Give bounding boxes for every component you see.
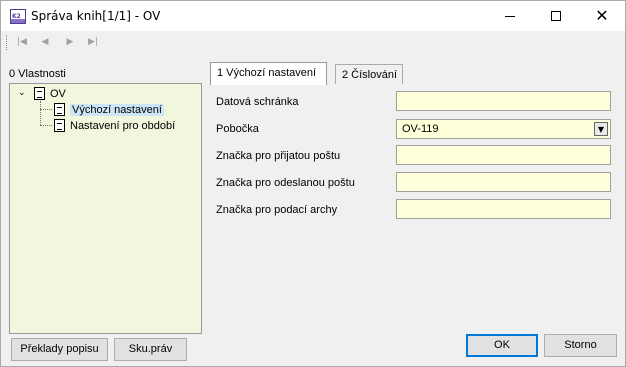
chevron-down-icon[interactable]: ▼	[594, 122, 608, 136]
tree-item-period-settings[interactable]: Nastavení pro období	[54, 118, 175, 133]
tree-item-label: Výchozí nastavení	[70, 103, 164, 116]
properties-tree[interactable]: ⌄ OV Výchozí nastavení Nastavení pro obd…	[9, 83, 202, 334]
dialog-window: K2 Správa knih[1/1] - OV ✕ |◀ ◀ ▶ ▶| 0 V…	[0, 0, 626, 367]
next-record-icon[interactable]: ▶	[63, 36, 77, 48]
data-box-label: Datová schránka	[216, 96, 299, 108]
maximize-icon	[551, 11, 561, 21]
first-record-icon[interactable]: |◀	[15, 36, 29, 48]
chevron-down-icon[interactable]: ⌄	[18, 88, 26, 98]
app-icon: K2	[10, 9, 26, 24]
branch-value: OV-119	[402, 123, 439, 135]
minimize-button[interactable]	[487, 1, 533, 31]
incoming-mark-label: Značka pro přijatou poštu	[216, 150, 341, 162]
prev-record-icon[interactable]: ◀	[38, 36, 52, 48]
branch-label: Pobočka	[216, 123, 259, 135]
tree-item-label: Nastavení pro období	[70, 119, 176, 132]
tab-numbering[interactable]: 2 Číslování	[335, 64, 403, 84]
toolbar-grip[interactable]	[6, 35, 8, 50]
filing-sheets-field[interactable]	[396, 199, 611, 219]
tree-root-node[interactable]: OV	[34, 86, 66, 101]
branch-select[interactable]: OV-119 ▼	[396, 119, 611, 139]
close-icon: ✕	[595, 6, 609, 25]
document-icon	[54, 119, 65, 132]
tab-default-settings[interactable]: 1 Výchozí nastavení	[210, 62, 327, 85]
tree-item-default-settings[interactable]: Výchozí nastavení	[54, 102, 164, 117]
title-bar: K2 Správa knih[1/1] - OV ✕	[1, 1, 625, 31]
cancel-button[interactable]: Storno	[544, 334, 617, 357]
incoming-mark-field[interactable]	[396, 145, 611, 165]
minimize-icon	[505, 15, 515, 17]
window-title: Správa knih[1/1] - OV	[31, 9, 161, 23]
ok-button[interactable]: OK	[466, 334, 538, 357]
translations-button[interactable]: Překlady popisu	[11, 338, 108, 361]
close-button[interactable]: ✕	[579, 1, 625, 31]
data-box-field[interactable]	[396, 91, 611, 111]
properties-label: 0 Vlastnosti	[9, 68, 66, 80]
document-icon	[54, 103, 65, 116]
toolbar: |◀ ◀ ▶ ▶|	[1, 31, 625, 55]
last-record-icon[interactable]: ▶|	[86, 36, 100, 48]
filing-sheets-label: Značka pro podací archy	[216, 204, 338, 216]
outgoing-mark-field[interactable]	[396, 172, 611, 192]
outgoing-mark-label: Značka pro odeslanou poštu	[216, 177, 355, 189]
maximize-button[interactable]	[533, 1, 579, 31]
document-icon	[34, 87, 45, 100]
tree-root-label: OV	[50, 87, 66, 100]
rights-button[interactable]: Sku.práv	[114, 338, 187, 361]
